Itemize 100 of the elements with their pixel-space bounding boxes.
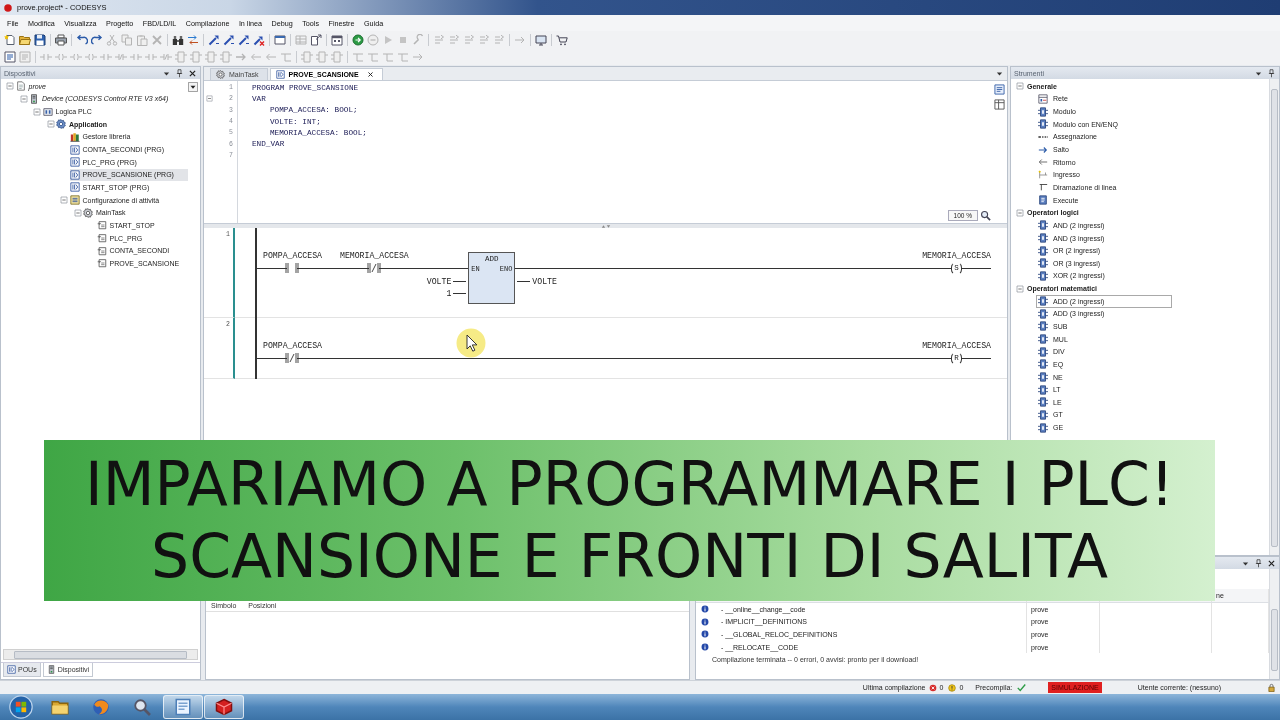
dropdown-button[interactable] xyxy=(188,82,198,92)
info-icon xyxy=(701,617,709,626)
gear-icon xyxy=(83,207,93,218)
variable-label: MEMORIA_ACCESA xyxy=(922,250,991,261)
pin-icon[interactable] xyxy=(175,68,184,78)
scrollbar-thumb[interactable] xyxy=(1271,609,1278,671)
program-call-icon xyxy=(96,233,107,243)
info-icon xyxy=(701,605,709,614)
function-block-icon xyxy=(1038,384,1048,395)
collapse-icon[interactable] xyxy=(46,120,55,129)
monitor-icon[interactable] xyxy=(535,33,547,46)
gear-icon xyxy=(56,119,66,130)
diagonal-arrow-icon[interactable] xyxy=(208,33,220,46)
collapse-icon[interactable] xyxy=(19,94,28,103)
program-icon xyxy=(69,182,80,193)
variable-label: MEMORIA_ACCESA xyxy=(339,250,409,261)
app-logo-icon xyxy=(3,2,13,13)
taskbar-button[interactable] xyxy=(204,695,244,719)
program-icon xyxy=(69,157,80,168)
page-lines-icon xyxy=(1038,195,1048,206)
banner-title: SCANSIONE E FRONTI DI SALITA xyxy=(151,521,1108,591)
printer-icon[interactable] xyxy=(55,33,67,46)
collapse-icon[interactable] xyxy=(73,208,82,217)
undo-icon[interactable] xyxy=(76,33,88,46)
close-icon[interactable] xyxy=(188,68,197,78)
scrollbar-thumb[interactable] xyxy=(1271,89,1278,547)
form-icon xyxy=(1038,93,1048,104)
collapse-icon[interactable] xyxy=(205,95,213,103)
vertical-scrollbar[interactable] xyxy=(1269,569,1279,679)
diagonal-arrow-icon[interactable] xyxy=(238,33,250,46)
mouse-pointer-icon xyxy=(456,328,486,358)
function-block-icon xyxy=(1038,233,1048,243)
function-block-icon xyxy=(1038,409,1048,420)
program-call-icon xyxy=(96,258,107,269)
redo-icon[interactable] xyxy=(91,33,103,46)
folder-icon xyxy=(51,698,69,716)
collapse-icon[interactable] xyxy=(1016,208,1024,217)
function-block-icon xyxy=(1038,308,1048,319)
function-block-icon xyxy=(1038,296,1048,307)
horizontal-scrollbar[interactable] xyxy=(3,649,198,660)
branch-icon xyxy=(1038,182,1048,193)
document-icon xyxy=(15,81,26,92)
binoculars-icon[interactable] xyxy=(172,33,184,46)
close-icon[interactable] xyxy=(1267,558,1276,568)
variable-label: MEMORIA_ACCESA xyxy=(922,340,991,351)
collapse-icon[interactable] xyxy=(60,196,68,205)
save-icon[interactable] xyxy=(34,33,46,46)
info-icon xyxy=(701,630,709,639)
program-icon xyxy=(69,144,80,155)
dropdown-arrow-icon[interactable] xyxy=(995,69,1004,78)
function-block-icon xyxy=(1038,422,1048,433)
program-call-icon xyxy=(96,245,107,256)
table-view-icon[interactable] xyxy=(993,99,1005,110)
magnifier-icon xyxy=(133,698,151,716)
collapse-icon[interactable] xyxy=(1016,82,1024,91)
cart-icon[interactable] xyxy=(556,33,568,46)
arrow-circle-icon[interactable] xyxy=(352,33,364,46)
device-icon xyxy=(29,93,39,104)
function-block-icon xyxy=(1038,258,1048,269)
zoom-icon[interactable] xyxy=(980,210,991,221)
error-icon xyxy=(928,683,937,692)
function-block-icon xyxy=(1038,334,1048,345)
banner-title: IMPARIAMO A PROGRAMMARE I PLC! xyxy=(85,449,1174,519)
variable-label: POMPA_ACCESA xyxy=(263,250,322,261)
input-variable: VOLTE xyxy=(426,276,452,286)
close-icon[interactable] xyxy=(366,71,374,78)
program-icon xyxy=(69,169,80,180)
calendar-icon[interactable] xyxy=(331,33,343,46)
function-block-icon xyxy=(1038,220,1048,231)
function-block-icon xyxy=(1038,270,1048,281)
collapse-icon[interactable] xyxy=(1016,284,1024,293)
open-folder-icon[interactable] xyxy=(19,33,31,46)
task-list-icon xyxy=(69,195,80,206)
output-variable: VOLTE xyxy=(532,276,557,286)
scrollbar-thumb[interactable] xyxy=(14,650,187,659)
page-arrow-icon[interactable] xyxy=(310,33,322,46)
pin-icon[interactable] xyxy=(1267,68,1276,78)
collapse-icon[interactable] xyxy=(33,107,41,116)
program-icon xyxy=(7,665,16,674)
vertical-scrollbar[interactable] xyxy=(1269,79,1279,555)
text-view-icon[interactable] xyxy=(993,84,1005,95)
function-block-icon xyxy=(1038,397,1048,408)
swap-arrows-icon[interactable] xyxy=(187,33,199,46)
taskbar-button[interactable] xyxy=(163,695,203,719)
function-block-icon xyxy=(1038,321,1048,332)
list-icon[interactable] xyxy=(4,50,16,63)
function-block-icon xyxy=(1038,346,1048,357)
function-block-icon xyxy=(1038,359,1048,370)
variable-label: POMPA_ACCESA xyxy=(263,340,322,351)
program-call-icon xyxy=(96,220,107,231)
resize-arrows-icon[interactable] xyxy=(599,223,612,229)
window-icon[interactable] xyxy=(274,33,286,46)
collapse-icon[interactable] xyxy=(6,82,14,91)
function-block-icon xyxy=(1038,245,1048,256)
diagonal-arrow-icon[interactable] xyxy=(223,33,235,46)
globe-icon xyxy=(92,698,110,716)
function-block-icon xyxy=(1038,372,1048,383)
new-file-icon[interactable] xyxy=(4,33,16,46)
pin-icon[interactable] xyxy=(1254,558,1263,568)
cube-icon xyxy=(215,698,233,716)
